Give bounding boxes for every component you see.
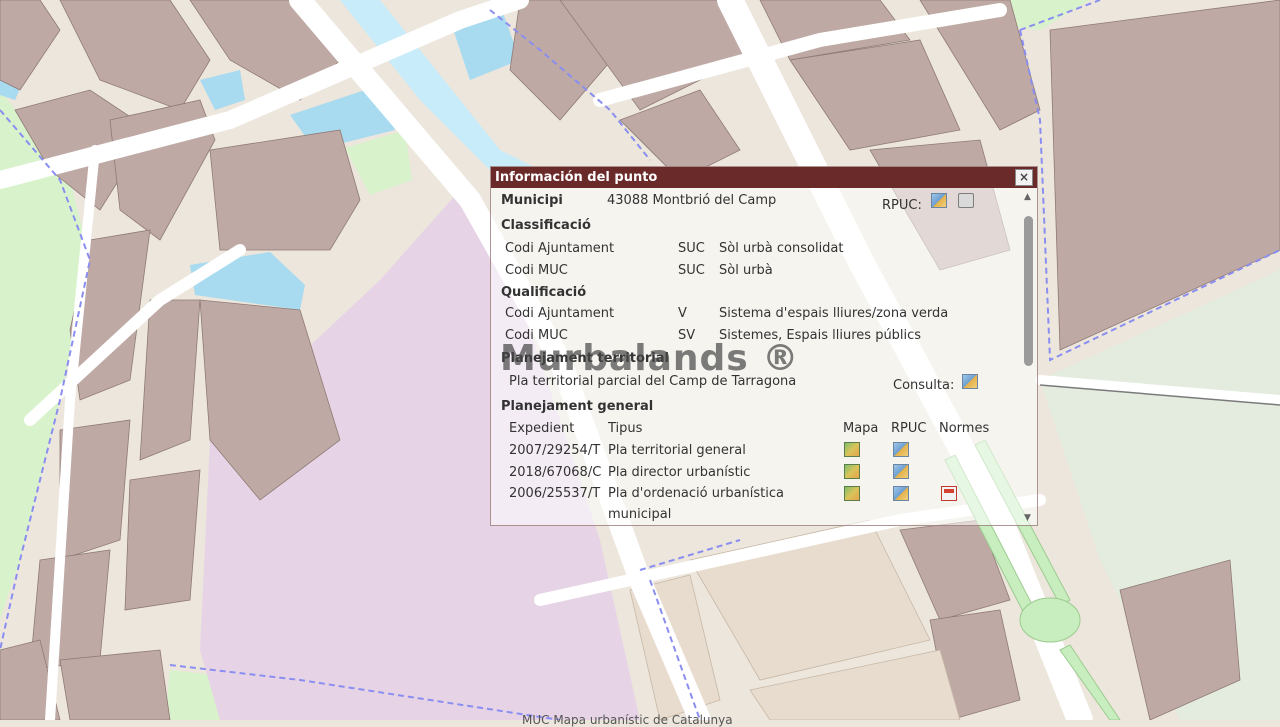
general-row-expedient: 2018/67068/C <box>509 465 602 480</box>
block-25 <box>59 649 171 720</box>
watermark: Murbalands ® <box>500 338 800 379</box>
rpuc-label: RPUC: <box>882 198 922 213</box>
col-expedient: Expedient <box>509 421 575 436</box>
map-icon[interactable] <box>844 486 860 501</box>
general-heading: Planejament general <box>501 399 654 414</box>
general-row-tipus: Pla territorial general <box>608 443 746 458</box>
block-6 <box>209 129 361 251</box>
qualificacio-row-code: V <box>678 306 687 321</box>
classificacio-row-code: SUC <box>678 263 705 278</box>
consulta-edit-icon[interactable] <box>962 374 978 389</box>
classificacio-row-code: SUC <box>678 241 705 256</box>
classificacio-row-label: Codi Ajuntament <box>505 241 615 256</box>
classificacio-row-desc: Sòl urbà consolidat <box>719 241 844 256</box>
rpuc-edit-icon[interactable] <box>893 442 909 457</box>
rpuc-edit-icon[interactable] <box>893 464 909 479</box>
consulta-label: Consulta: <box>893 378 955 393</box>
general-row-tipus: Pla d'ordenació urbanística <box>608 486 784 501</box>
col-mapa: Mapa <box>843 421 879 436</box>
map-icon[interactable] <box>844 442 860 457</box>
qualificacio-row-label: Codi Ajuntament <box>505 306 615 321</box>
roundabout <box>1019 597 1081 643</box>
map-footer-text: MUC Mapa urbanístic de Catalunya <box>522 713 733 727</box>
block-10 <box>124 469 201 611</box>
classificacio-row-label: Codi MUC <box>505 263 568 278</box>
close-icon[interactable]: × <box>1015 169 1033 186</box>
document-icon[interactable] <box>941 486 957 501</box>
print-icon[interactable] <box>958 193 974 208</box>
rpuc-edit-icon[interactable] <box>893 486 909 501</box>
municipi-value: 43088 Montbrió del Camp <box>607 193 777 208</box>
qualificacio-heading: Qualificació <box>501 285 587 300</box>
general-row-expedient: 2006/25537/T <box>509 486 601 501</box>
scroll-thumb[interactable] <box>1024 216 1033 366</box>
municipi-label: Municipi <box>501 193 563 208</box>
scroll-down-icon[interactable]: ▼ <box>1024 513 1031 523</box>
general-row-tipus: Pla director urbanístic <box>608 465 751 480</box>
col-tipus: Tipus <box>608 421 643 436</box>
col-normes: Normes <box>939 421 990 436</box>
rpuc-edit-icon[interactable] <box>931 193 947 208</box>
col-rpuc: RPUC <box>891 421 927 436</box>
map-icon[interactable] <box>844 464 860 479</box>
popup-scrollbar[interactable]: ▲ ▼ <box>1021 188 1037 525</box>
general-row-expedient: 2007/29254/T <box>509 443 601 458</box>
classificacio-row-desc: Sòl urbà <box>719 263 773 278</box>
scroll-up-icon[interactable]: ▲ <box>1024 192 1031 202</box>
classificacio-heading: Classificació <box>501 218 591 233</box>
popup-header: Información del punto × <box>491 167 1037 188</box>
popup-title: Información del punto <box>495 170 658 185</box>
general-row-tipus-cont: municipal <box>608 507 672 522</box>
qualificacio-row-desc: Sistema d'espais lliures/zona verda <box>719 306 949 321</box>
